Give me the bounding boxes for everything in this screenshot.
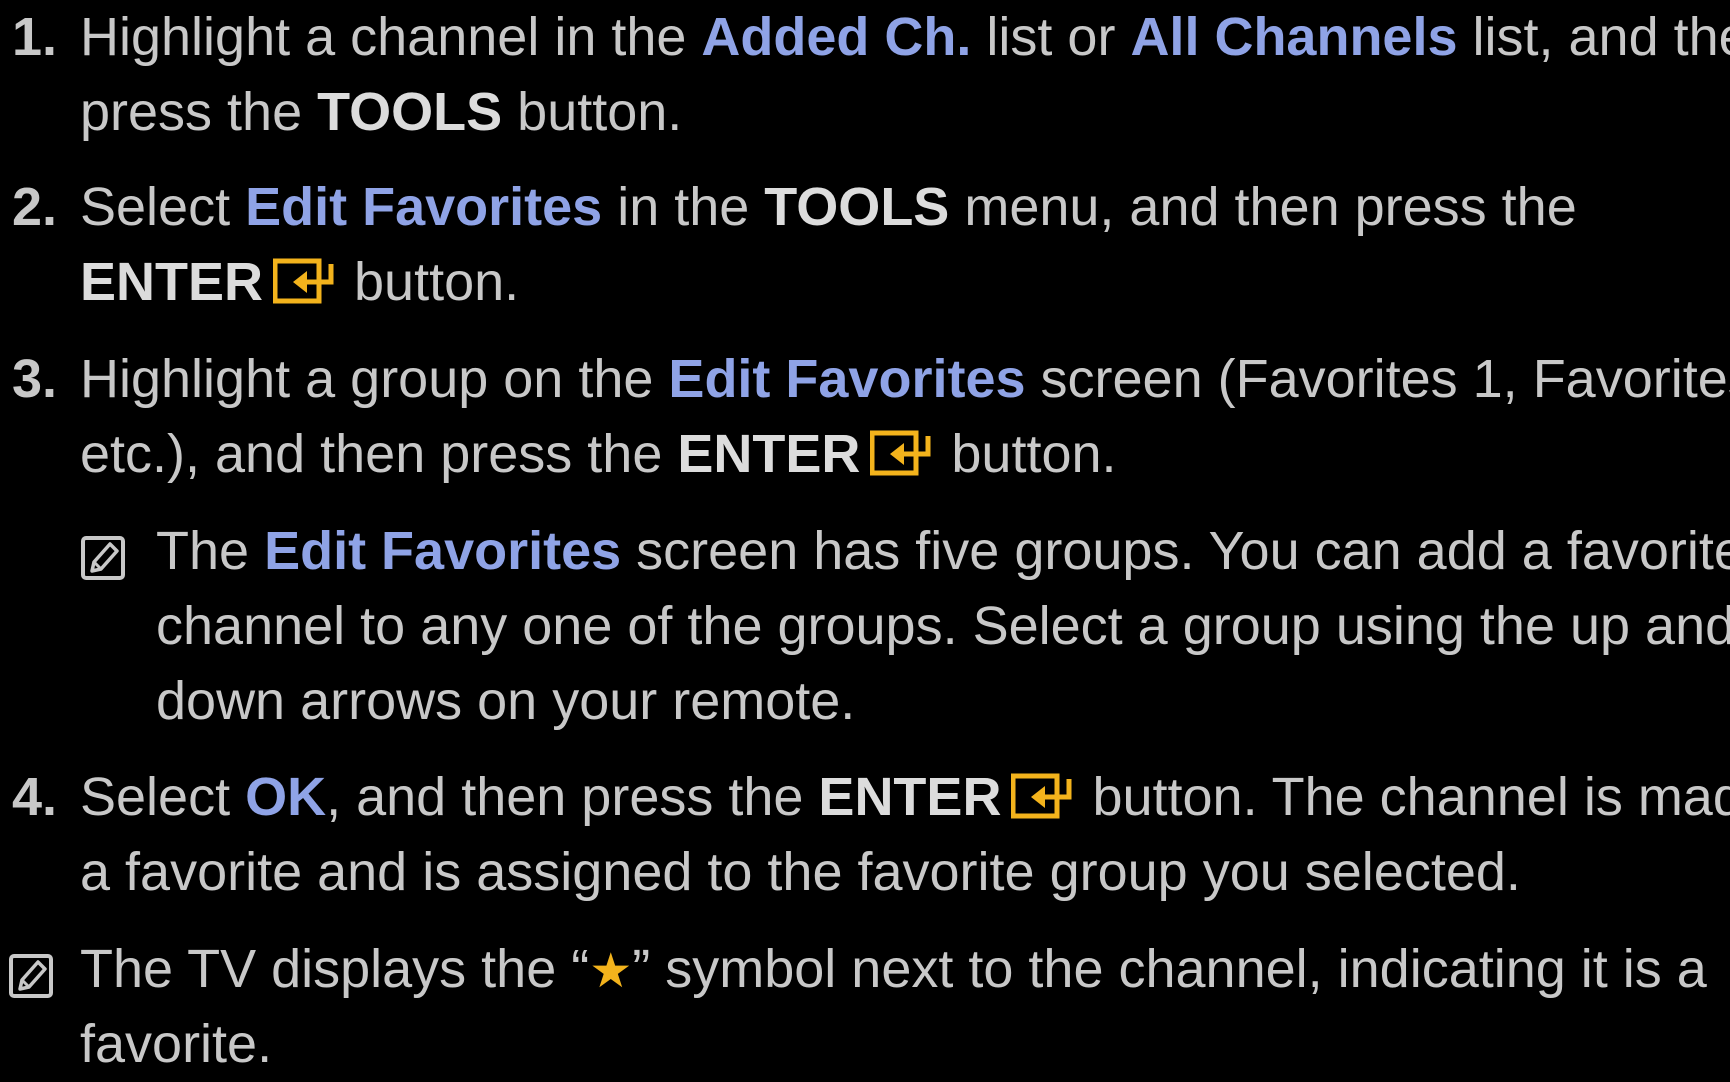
text: The TV displays the “ — [80, 939, 589, 999]
text: Highlight a channel in the — [80, 7, 701, 67]
highlight-added-ch: Added Ch. — [701, 7, 971, 67]
text: list or — [971, 7, 1130, 67]
highlight-all-channels: All Channels — [1130, 7, 1457, 67]
text: list, and then — [1458, 7, 1730, 67]
note-icon-wrap — [8, 944, 54, 1019]
step-line: a favorite and is assigned to the favori… — [80, 835, 1730, 910]
note-icon — [8, 953, 54, 999]
text: screen has five groups. You can add a fa… — [621, 521, 1730, 581]
text: button. — [936, 424, 1116, 484]
tools-label: TOOLS — [764, 177, 949, 237]
note-line: The TV displays the “★” symbol next to t… — [80, 932, 1730, 1007]
note-line: channel to any one of the groups. Select… — [156, 589, 1730, 664]
text: button. The channel is made — [1077, 767, 1730, 827]
step-line: Highlight a channel in the Added Ch. lis… — [80, 0, 1730, 75]
step-line: ENTER button. — [80, 245, 1730, 320]
note-line: The Edit Favorites screen has five group… — [156, 514, 1730, 589]
text: , and then press the — [326, 767, 818, 827]
text: ” symbol next to the channel, indicating… — [632, 939, 1707, 999]
step-text: Select Edit Favorites in the TOOLS menu,… — [80, 170, 1730, 320]
step-line: Select Edit Favorites in the TOOLS menu,… — [80, 170, 1730, 245]
enter-icon — [870, 430, 932, 476]
text: Select — [80, 767, 245, 827]
note-text: The Edit Favorites screen has five group… — [156, 514, 1730, 739]
star-icon: ★ — [589, 945, 632, 998]
note-line: down arrows on your remote. — [156, 664, 1730, 739]
step-number: 1. — [12, 0, 57, 75]
step-text: Highlight a group on the Edit Favorites … — [80, 342, 1730, 492]
tools-label: TOOLS — [317, 82, 502, 142]
enter-icon — [1011, 773, 1073, 819]
text: press the — [80, 82, 317, 142]
text: Highlight a group on the — [80, 349, 668, 409]
step-line: Select OK, and then press the ENTER butt… — [80, 760, 1730, 835]
step-line: etc.), and then press the ENTER button. — [80, 417, 1730, 492]
step-number: 3. — [12, 342, 57, 417]
note-text: The TV displays the “★” symbol next to t… — [80, 932, 1730, 1082]
note-icon-wrap — [80, 526, 126, 601]
step-line: Highlight a group on the Edit Favorites … — [80, 342, 1730, 417]
step-number: 2. — [12, 170, 57, 245]
text: button. — [502, 82, 682, 142]
text: in the — [602, 177, 764, 237]
note-line: favorite. — [80, 1007, 1730, 1082]
enter-label: ENTER — [818, 767, 1001, 827]
highlight-edit-favorites: Edit Favorites — [668, 349, 1025, 409]
text: The — [156, 521, 264, 581]
text: menu, and then press the — [949, 177, 1576, 237]
step-text: Select OK, and then press the ENTER butt… — [80, 760, 1730, 910]
enter-label: ENTER — [677, 424, 860, 484]
text: button. — [339, 252, 519, 312]
note-favorite-symbol: The TV displays the “★” symbol next to t… — [0, 932, 1730, 1064]
highlight-edit-favorites: Edit Favorites — [264, 521, 621, 581]
text: Select — [80, 177, 245, 237]
note-edit-favorites: The Edit Favorites screen has five group… — [80, 514, 1730, 744]
enter-icon — [273, 258, 335, 304]
step-text: Highlight a channel in the Added Ch. lis… — [80, 0, 1730, 150]
highlight-ok: OK — [245, 767, 326, 827]
text: etc.), and then press the — [80, 424, 677, 484]
step-line: press the TOOLS button. — [80, 75, 1730, 150]
text: screen (Favorites 1, Favorites 2, — [1026, 349, 1730, 409]
highlight-edit-favorites: Edit Favorites — [245, 177, 602, 237]
instructions-page: 1. Highlight a channel in the Added Ch. … — [0, 0, 1730, 1064]
note-icon — [80, 535, 126, 581]
step-number: 4. — [12, 760, 57, 835]
enter-label: ENTER — [80, 252, 263, 312]
